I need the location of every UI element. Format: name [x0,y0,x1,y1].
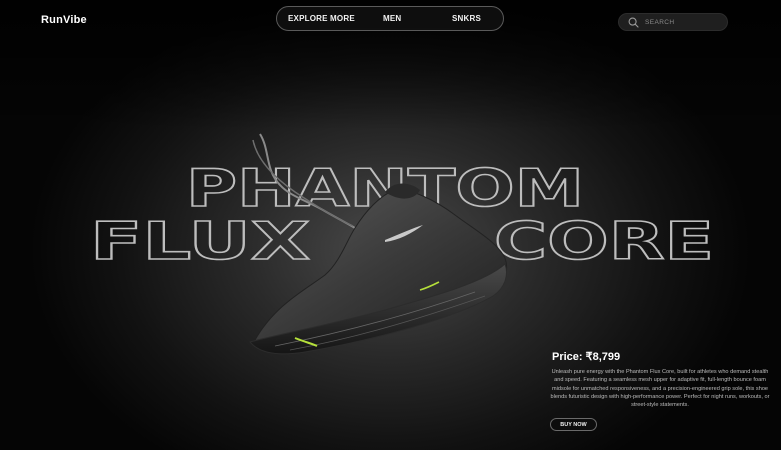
headline-core: CORE [494,212,714,272]
product-price: Price: ₹8,799 [552,351,621,363]
product-description: Unleash pure energy with the Phantom Flu… [550,369,770,409]
sneaker-image [249,133,508,355]
buy-now-button[interactable]: BUY NOW [550,418,597,431]
landing-page: RunVibe EXPLORE MORE MEN SNKRS PHANTOM F… [0,0,781,450]
